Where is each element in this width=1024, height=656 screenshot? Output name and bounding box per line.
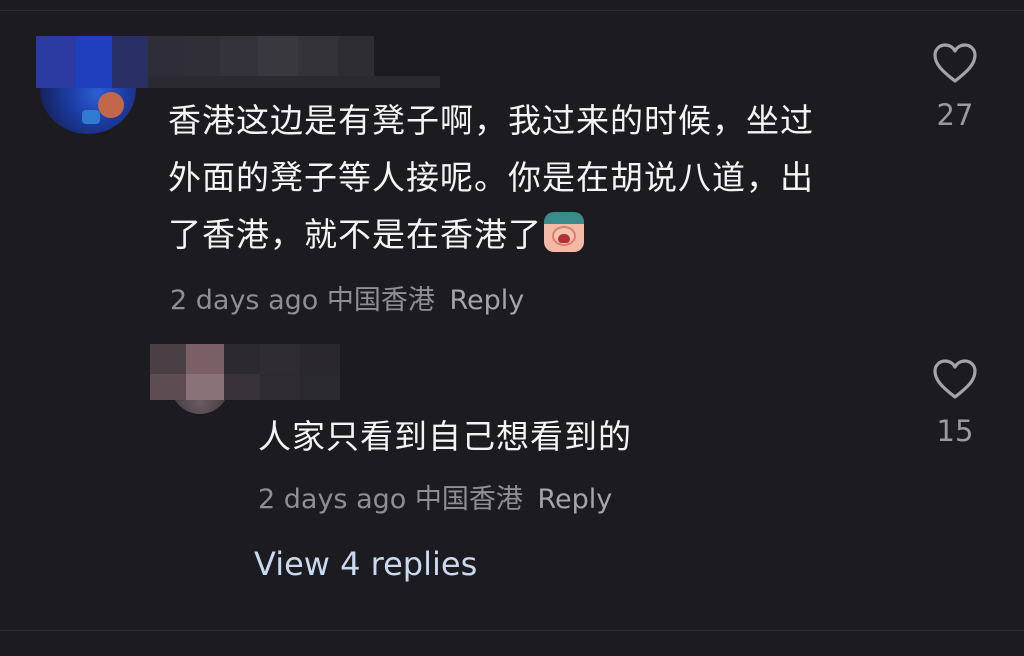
comment-line: 外面的凳子等人接呢。你是在胡说八道，出 bbox=[168, 158, 814, 197]
comment-meta: 2 days ago 中国香港 Reply bbox=[170, 278, 524, 317]
comment-location: 中国香港 bbox=[414, 484, 523, 515]
comment-meta: 2 days ago 中国香港 Reply bbox=[258, 477, 612, 516]
comment-line: 人家只看到自己想看到的 bbox=[258, 417, 632, 456]
view-replies-button[interactable]: View 4 replies bbox=[254, 545, 477, 583]
heart-outline-icon bbox=[933, 43, 977, 83]
like-button[interactable]: 27 bbox=[925, 42, 985, 132]
username-censored[interactable] bbox=[150, 344, 340, 400]
comment-line: 香港这边是有凳子啊，我过来的时候，坐过 bbox=[168, 101, 814, 140]
comment-text: 香港这边是有凳子啊，我过来的时候，坐过 外面的凳子等人接呢。你是在胡说八道，出 … bbox=[168, 92, 898, 263]
comment-location: 中国香港 bbox=[326, 285, 435, 316]
heart-outline-icon bbox=[933, 359, 977, 399]
comment-text: 人家只看到自己想看到的 bbox=[258, 408, 898, 465]
like-count: 27 bbox=[936, 98, 974, 132]
bottom-divider bbox=[0, 630, 1024, 631]
reply-button[interactable]: Reply bbox=[449, 285, 524, 316]
reply-button[interactable]: Reply bbox=[537, 484, 612, 515]
comment-line: 了香港，就不是在香港了 bbox=[168, 206, 898, 263]
username-censored[interactable] bbox=[36, 36, 440, 88]
comment-line-text: 了香港，就不是在香港了 bbox=[168, 215, 542, 254]
comments-panel: 香港这边是有凳子啊，我过来的时候，坐过 外面的凳子等人接呢。你是在胡说八道，出 … bbox=[0, 0, 1024, 656]
like-count: 15 bbox=[936, 414, 974, 448]
comment-time: 2 days ago bbox=[258, 484, 407, 515]
top-divider bbox=[0, 0, 1024, 11]
like-button[interactable]: 15 bbox=[925, 358, 985, 448]
crying-face-emoji-icon bbox=[544, 212, 584, 252]
comment-time: 2 days ago bbox=[170, 285, 319, 316]
